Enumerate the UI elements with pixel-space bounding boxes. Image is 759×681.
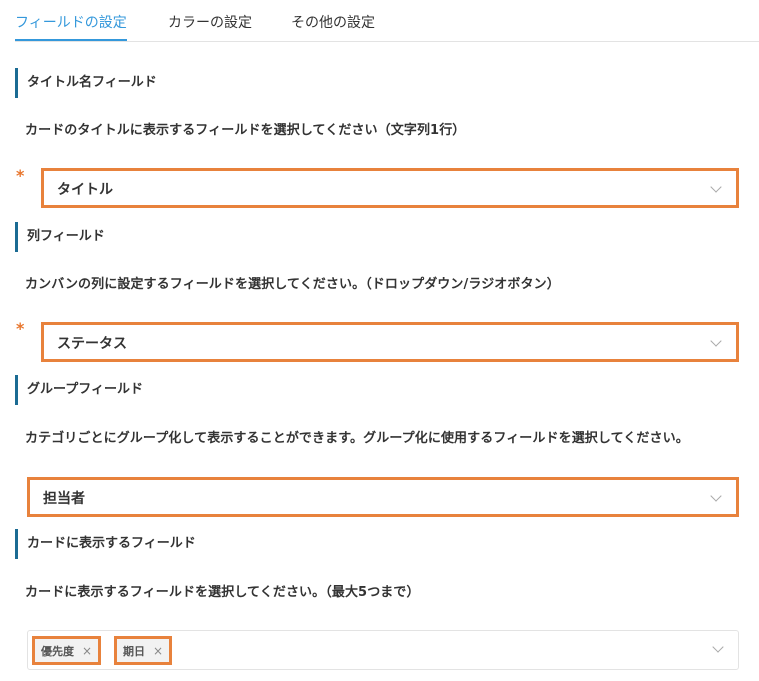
group-field-description: カテゴリごとにグループ化して表示することができます。グループ化に使用するフィール…	[25, 431, 689, 446]
tab-color-settings[interactable]: カラーの設定	[168, 12, 252, 32]
tab-other-settings[interactable]: その他の設定	[291, 12, 375, 32]
group-field-heading: グループフィールド	[15, 375, 143, 405]
card-fields-heading: カードに表示するフィールド	[15, 529, 196, 559]
required-mark: *	[16, 166, 25, 185]
chevron-down-icon	[710, 335, 722, 347]
title-field-select[interactable]: タイトル	[41, 168, 739, 208]
column-field-select[interactable]: ステータス	[41, 322, 739, 362]
selected-tag-due-date: 期日 ×	[114, 636, 173, 665]
chevron-down-icon	[710, 490, 722, 502]
tag-label: 期日	[123, 644, 145, 658]
close-icon[interactable]: ×	[153, 644, 163, 658]
column-field-heading: 列フィールド	[15, 222, 105, 252]
title-field-description: カードのタイトルに表示するフィールドを選択してください（文字列1行）	[25, 123, 466, 138]
group-field-value: 担当者	[43, 491, 85, 507]
card-fields-description: カードに表示するフィールドを選択してください。（最大5つまで）	[25, 585, 420, 600]
card-fields-multiselect[interactable]: 優先度 × 期日 ×	[27, 630, 739, 670]
chevron-down-icon	[712, 641, 724, 653]
active-tab-indicator	[15, 39, 127, 41]
group-field-select[interactable]: 担当者	[27, 477, 739, 517]
title-field-heading: タイトル名フィールド	[15, 68, 157, 98]
tab-field-settings[interactable]: フィールドの設定	[15, 12, 127, 32]
title-field-value: タイトル	[57, 182, 113, 198]
chevron-down-icon	[710, 181, 722, 193]
column-field-value: ステータス	[57, 336, 127, 352]
required-mark: *	[16, 319, 25, 338]
close-icon[interactable]: ×	[82, 644, 92, 658]
tag-label: 優先度	[41, 644, 74, 658]
settings-tabs: フィールドの設定 カラーの設定 その他の設定	[15, 0, 759, 42]
column-field-description: カンバンの列に設定するフィールドを選択してください。（ドロップダウン/ラジオボタ…	[25, 277, 560, 292]
selected-tag-priority: 優先度 ×	[32, 636, 102, 665]
